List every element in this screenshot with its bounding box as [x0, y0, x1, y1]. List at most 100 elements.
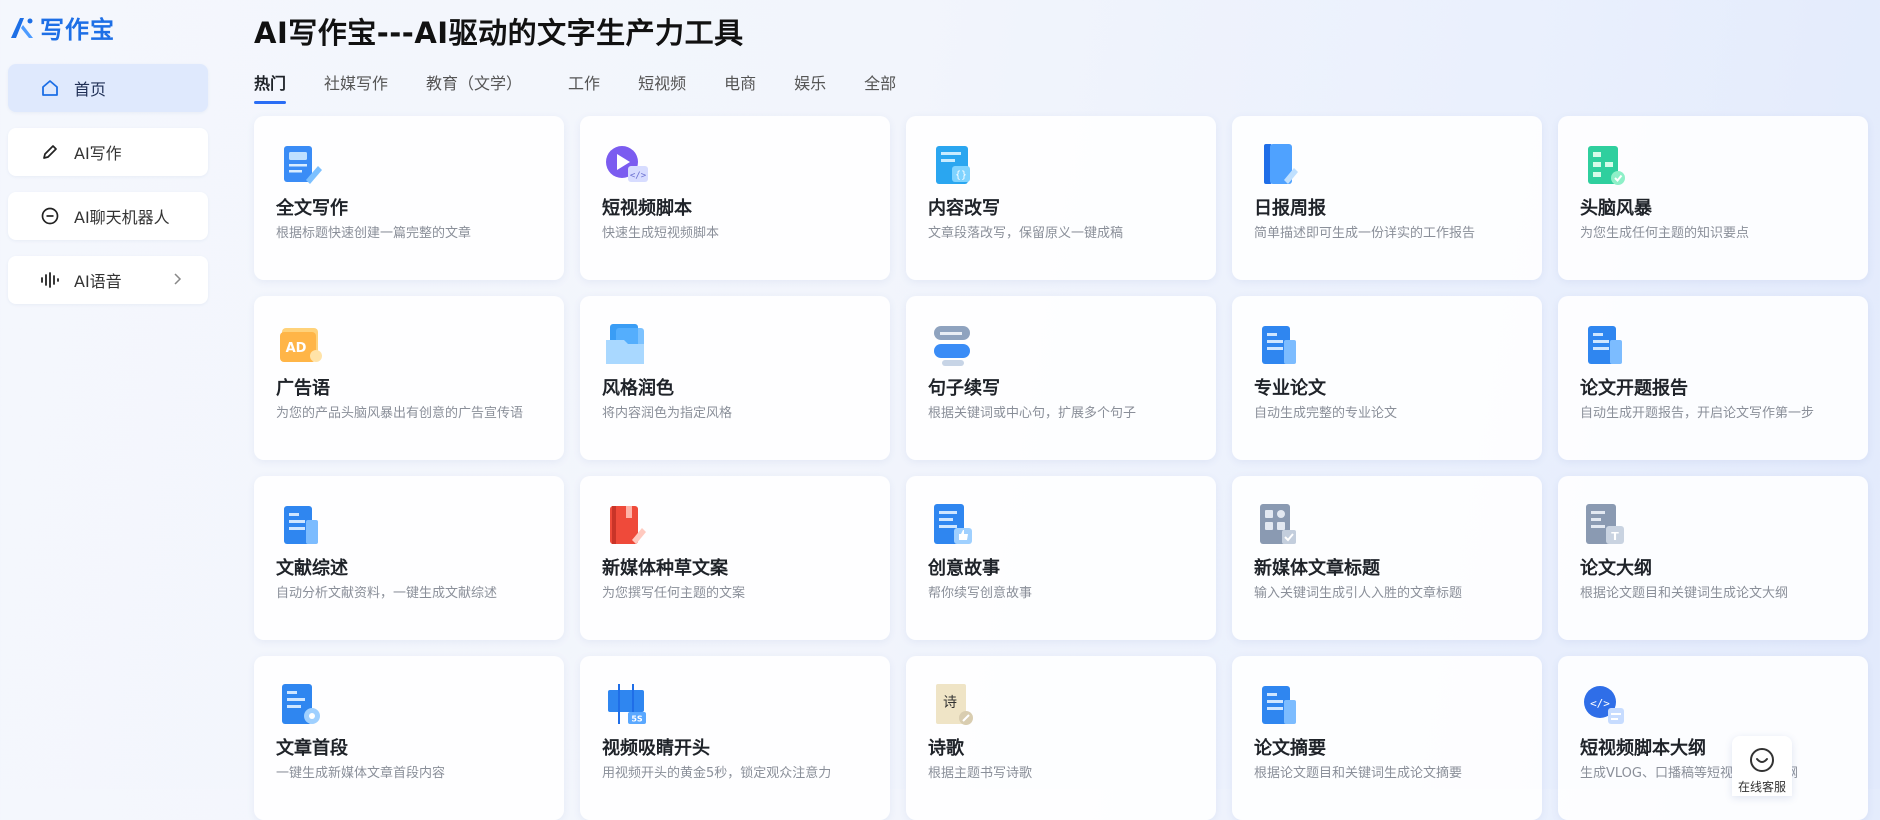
- card-ad-slogan[interactable]: AD 广告语 为您的产品头脑风暴出有创意的广告宣传语: [254, 296, 564, 460]
- card-description: 简单描述即可生成一份详实的工作报告: [1254, 226, 1476, 241]
- tab-work[interactable]: 工作: [568, 70, 600, 102]
- card-short-video-script[interactable]: </> 短视频脚本 快速生成短视频脚本: [580, 116, 890, 280]
- card-description: 为您的产品头脑风暴出有创意的广告宣传语: [276, 406, 524, 421]
- tool-card-grid: 全文写作 根据标题快速创建一篇完整的文章 </> 短视频脚本 快速生成短视频脚本…: [254, 116, 1868, 820]
- card-description: 根据主题书写诗歌: [928, 766, 1033, 781]
- sentence-blocks-icon: [934, 326, 970, 366]
- card-title: 文章首段: [276, 738, 348, 759]
- sidebar-item-ai-writing[interactable]: AI写作: [8, 128, 208, 176]
- card-description: 文章段落改写，保留原义一键成稿: [928, 226, 1124, 241]
- mindmap-icon: [1588, 146, 1625, 185]
- sidebar-item-home[interactable]: 首页: [8, 64, 208, 112]
- card-description: 根据论文题目和关键词生成论文大纲: [1580, 586, 1789, 601]
- pen-icon: [40, 142, 60, 162]
- svg-text:</>: </>: [630, 171, 647, 181]
- main-content: AI写作宝---AI驱动的文字生产力工具 热门 社媒写作 教育（文学） 工作 短…: [254, 0, 1880, 820]
- card-poetry[interactable]: 诗 诗歌 根据主题书写诗歌: [906, 656, 1216, 820]
- card-title: 新媒体种草文案: [602, 558, 728, 579]
- card-style-polish[interactable]: 风格润色 将内容润色为指定风格: [580, 296, 890, 460]
- tab-entertainment[interactable]: 娱乐: [794, 70, 826, 102]
- svg-text:{}: {}: [955, 170, 967, 181]
- card-description: 为您生成任何主题的知识要点: [1580, 226, 1750, 241]
- tab-ecommerce[interactable]: 电商: [724, 70, 756, 102]
- card-description: 帮你续写创意故事: [928, 586, 1033, 601]
- card-title: 专业论文: [1254, 378, 1326, 399]
- story-thumbsup-icon: [934, 504, 972, 544]
- rewrite-code-icon: {}: [936, 146, 970, 184]
- card-new-media-promo-copy[interactable]: 新媒体种草文案 为您撰写任何主题的文案: [580, 476, 890, 640]
- ad-tag-icon: AD: [280, 328, 322, 362]
- card-title: 诗歌: [928, 738, 964, 759]
- card-title: 句子续写: [928, 378, 1000, 399]
- card-title: 论文摘要: [1254, 738, 1326, 759]
- online-service-button[interactable]: 在线客服: [1732, 736, 1792, 796]
- paper-document-icon: [1262, 326, 1296, 364]
- card-title: 创意故事: [928, 558, 1000, 579]
- logo[interactable]: 写作宝: [8, 10, 115, 45]
- card-brainstorm[interactable]: 头脑风暴 为您生成任何主题的知识要点: [1558, 116, 1868, 280]
- card-video-hook-opening[interactable]: 5S 视频吸睛开头 用视频开头的黄金5秒，锁定观众注意力: [580, 656, 890, 820]
- chevron-right-icon[interactable]: [168, 270, 186, 288]
- card-description: 用视频开头的黄金5秒，锁定观众注意力: [602, 766, 832, 781]
- video-play-script-icon: </>: [606, 146, 648, 182]
- card-content-rewrite[interactable]: {} 内容改写 文章段落改写，保留原义一键成稿: [906, 116, 1216, 280]
- card-title: 新媒体文章标题: [1254, 558, 1380, 579]
- card-title: 风格润色: [602, 378, 674, 399]
- outline-text-icon: T: [1586, 504, 1624, 544]
- card-description: 自动分析文献资料，一键生成文献综述: [276, 586, 498, 601]
- tab-education[interactable]: 教育（文学）: [426, 70, 522, 102]
- card-short-video-script-outline[interactable]: </> 短视频脚本大纲 生成VLOG、口播稿等短视频脚本大纲: [1558, 656, 1868, 820]
- card-paper-proposal[interactable]: 论文开题报告 自动生成开题报告，开启论文写作第一步: [1558, 296, 1868, 460]
- document-write-icon: [284, 146, 322, 184]
- card-title: 全文写作: [276, 198, 348, 219]
- card-description: 为您撰写任何主题的文案: [602, 586, 746, 601]
- sidebar-item-ai-chatbot[interactable]: AI聊天机器人: [8, 192, 208, 240]
- card-literature-review[interactable]: 文献综述 自动分析文献资料，一键生成文献综述: [254, 476, 564, 640]
- badge-5s: 5S: [631, 715, 643, 724]
- svg-text:T: T: [1611, 530, 1619, 543]
- first-paragraph-gear-icon: [282, 684, 320, 724]
- tab-short-video[interactable]: 短视频: [638, 70, 686, 102]
- card-paper-outline[interactable]: T 论文大纲 根据论文题目和关键词生成论文大纲: [1558, 476, 1868, 640]
- report-book-icon: [1264, 144, 1298, 184]
- voice-wave-icon: [40, 270, 60, 290]
- card-new-media-headline[interactable]: 新媒体文章标题 输入关键词生成引人入胜的文章标题: [1232, 476, 1542, 640]
- tab-all[interactable]: 全部: [864, 70, 896, 102]
- card-description: 输入关键词生成引人入胜的文章标题: [1254, 586, 1463, 601]
- home-icon: [40, 78, 60, 98]
- card-full-text-writing[interactable]: 全文写作 根据标题快速创建一篇完整的文章: [254, 116, 564, 280]
- card-article-first-paragraph[interactable]: 文章首段 一键生成新媒体文章首段内容: [254, 656, 564, 820]
- card-description: 一键生成新媒体文章首段内容: [276, 766, 446, 781]
- card-description: 自动生成开题报告，开启论文写作第一步: [1580, 406, 1815, 421]
- sidebar-item-label: AI语音: [74, 272, 122, 291]
- svg-text:</>: </>: [1590, 697, 1610, 710]
- card-title: 论文开题报告: [1580, 378, 1688, 399]
- card-creative-story[interactable]: 创意故事 帮你续写创意故事: [906, 476, 1216, 640]
- tab-social-writing[interactable]: 社媒写作: [324, 70, 388, 102]
- card-daily-weekly-report[interactable]: 日报周报 简单描述即可生成一份详实的工作报告: [1232, 116, 1542, 280]
- card-title: 日报周报: [1254, 198, 1326, 219]
- logo-icon: [11, 17, 33, 38]
- folder-style-icon: [606, 324, 644, 364]
- tab-hot[interactable]: 热门: [254, 70, 287, 104]
- card-title: 广告语: [276, 378, 330, 399]
- category-tabs: 热门 社媒写作 教育（文学） 工作 短视频 电商 娱乐 全部: [254, 70, 896, 104]
- card-description: 根据标题快速创建一篇完整的文章: [276, 226, 472, 241]
- service-label: 在线客服: [1737, 780, 1786, 794]
- literature-review-icon: [284, 506, 318, 544]
- card-description: 根据论文题目和关键词生成论文摘要: [1254, 766, 1463, 781]
- card-description: 快速生成短视频脚本: [602, 226, 720, 241]
- customer-service-icon: [1750, 748, 1774, 772]
- chat-bubble-icon: [40, 206, 60, 226]
- card-title: 头脑风暴: [1580, 198, 1652, 219]
- card-sentence-continue[interactable]: 句子续写 根据关键词或中心句，扩展多个句子: [906, 296, 1216, 460]
- sidebar-item-ai-voice[interactable]: AI语音: [8, 256, 208, 304]
- card-title: 视频吸睛开头: [602, 738, 710, 759]
- page-title: AI写作宝---AI驱动的文字生产力工具: [254, 16, 744, 50]
- logo-text: 写作宝: [40, 16, 115, 44]
- card-paper-abstract[interactable]: 论文摘要 根据论文题目和关键词生成论文摘要: [1232, 656, 1542, 820]
- red-notebook-icon: [610, 506, 646, 544]
- card-description: 根据关键词或中心句，扩展多个句子: [928, 406, 1137, 421]
- sidebar-item-label: 首页: [74, 80, 107, 99]
- card-professional-paper[interactable]: 专业论文 自动生成完整的专业论文: [1232, 296, 1542, 460]
